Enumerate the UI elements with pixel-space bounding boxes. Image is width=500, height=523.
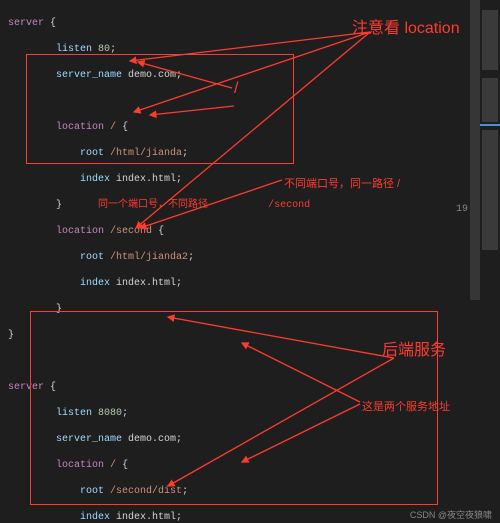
minimap[interactable]	[480, 6, 500, 503]
line-number-indicator: 19	[456, 204, 468, 215]
annot-slash-second: /second	[268, 200, 310, 211]
code-editor[interactable]: server { listen 80; server_name demo.com…	[0, 0, 500, 523]
watermark: CSDN @夜空夜狼啸	[410, 508, 492, 521]
vertical-scrollbar[interactable]	[470, 0, 480, 505]
annot-same-port: 同一个端口号，不同路径	[80, 200, 208, 211]
